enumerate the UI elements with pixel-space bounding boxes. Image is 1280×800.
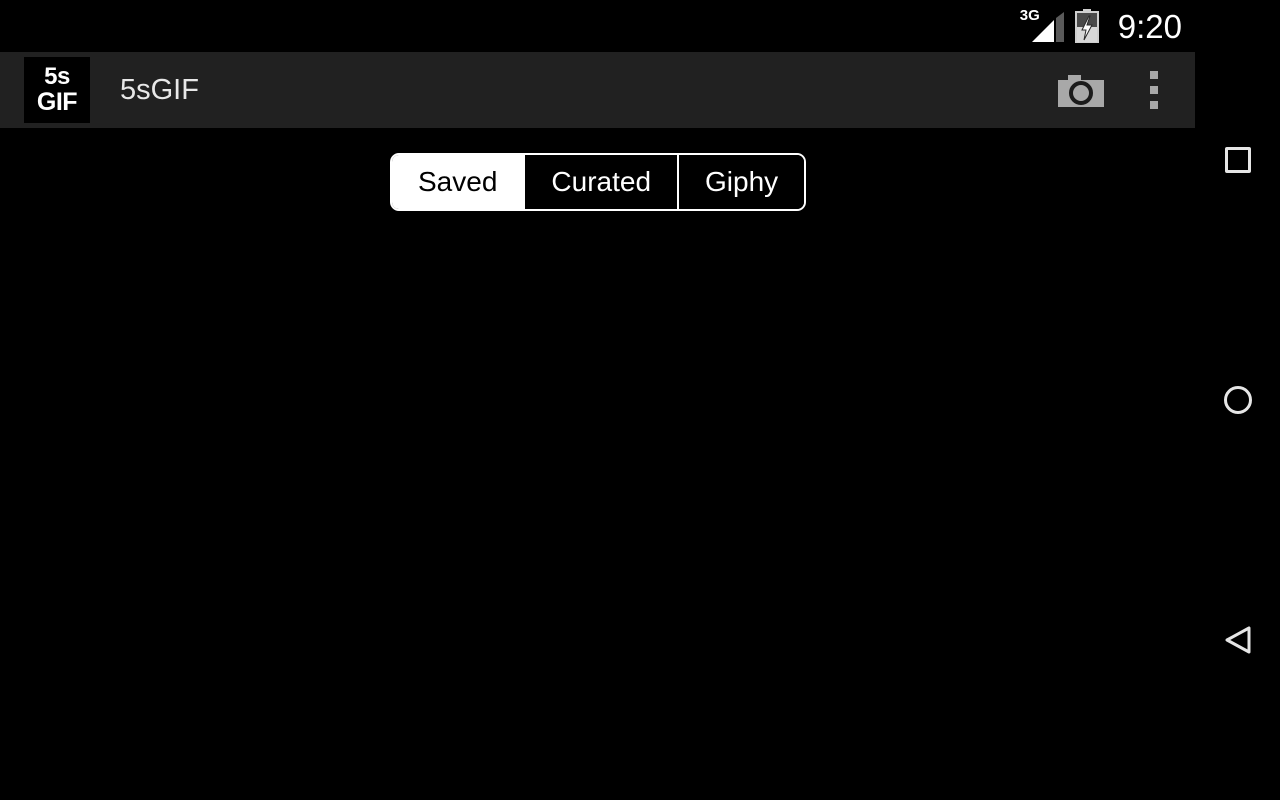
triangle-back-icon bbox=[1225, 626, 1250, 654]
recents-button[interactable] bbox=[1195, 120, 1280, 200]
tab-saved-label: Saved bbox=[418, 166, 498, 197]
app-logo-line2: GIF bbox=[36, 88, 78, 116]
signal-icon: 3G bbox=[1018, 6, 1064, 46]
content-area: Saved Curated Giphy bbox=[0, 128, 1195, 800]
system-navigation-bar bbox=[1195, 0, 1280, 800]
overflow-menu-icon bbox=[1150, 71, 1158, 109]
tab-curated[interactable]: Curated bbox=[523, 155, 678, 209]
app-logo: 5s GIF bbox=[24, 57, 90, 123]
battery-charging-icon bbox=[1074, 9, 1100, 44]
tab-segmented-control: Saved Curated Giphy bbox=[390, 153, 807, 211]
tab-giphy[interactable]: Giphy bbox=[677, 155, 805, 209]
overflow-menu-button[interactable] bbox=[1119, 52, 1195, 128]
app-bar: 5s GIF 5sGIF bbox=[0, 52, 1195, 128]
circle-home-icon bbox=[1223, 386, 1252, 414]
device-screen: 3G 9:20 5s GIF 5sGIF Saved Curated Giphy bbox=[0, 0, 1280, 800]
tab-curated-label: Curated bbox=[551, 166, 652, 197]
status-bar: 3G 9:20 bbox=[0, 0, 1280, 52]
camera-icon bbox=[1056, 71, 1106, 109]
square-recents-icon bbox=[1224, 147, 1251, 173]
back-button[interactable] bbox=[1195, 600, 1280, 680]
app-bar-actions bbox=[1043, 52, 1195, 128]
status-bar-clock: 9:20 bbox=[1117, 7, 1182, 45]
app-title: 5sGIF bbox=[120, 73, 199, 106]
camera-button[interactable] bbox=[1043, 52, 1119, 128]
app-logo-line1: 5s bbox=[44, 63, 70, 90]
home-button[interactable] bbox=[1195, 360, 1280, 440]
tab-giphy-label: Giphy bbox=[705, 166, 779, 197]
signal-triangle-icon bbox=[1031, 12, 1064, 42]
tab-saved[interactable]: Saved bbox=[392, 155, 524, 209]
